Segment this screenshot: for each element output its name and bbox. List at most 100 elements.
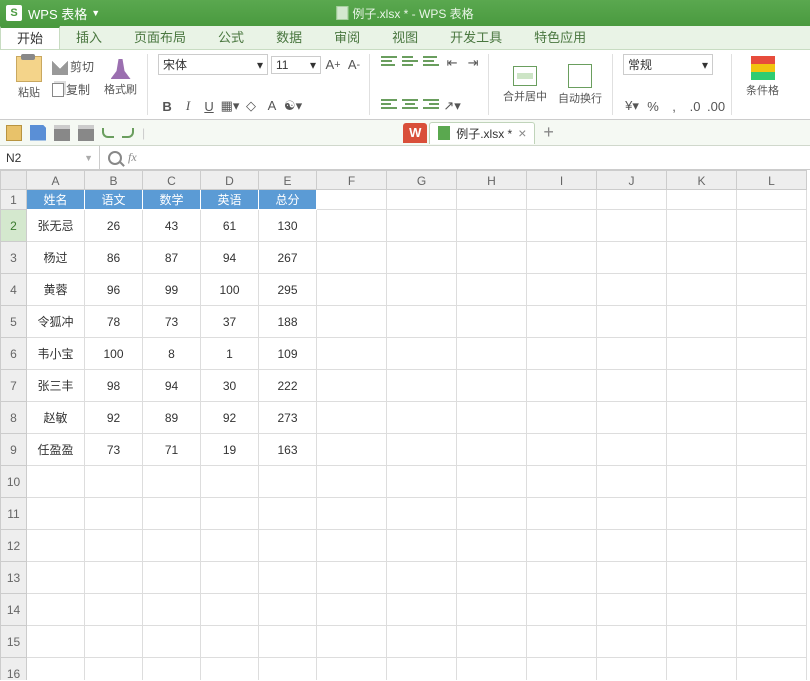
cell[interactable]: 98 (85, 370, 143, 402)
cell[interactable]: 273 (259, 402, 317, 434)
comma-button[interactable]: , (665, 97, 683, 115)
cell[interactable] (527, 530, 597, 562)
cell[interactable] (527, 562, 597, 594)
fill-color-button[interactable]: ◇ (242, 97, 260, 115)
cell[interactable] (387, 190, 457, 210)
cell[interactable] (457, 210, 527, 242)
cell[interactable] (737, 242, 807, 274)
cell[interactable] (597, 370, 667, 402)
cell[interactable] (527, 658, 597, 680)
border-button[interactable]: ▦▾ (221, 97, 239, 115)
cell[interactable] (259, 658, 317, 680)
cell[interactable]: 100 (201, 274, 259, 306)
row-header[interactable]: 2 (0, 210, 27, 242)
cell[interactable] (259, 498, 317, 530)
increase-font-button[interactable]: A+ (324, 56, 342, 74)
cell[interactable] (457, 274, 527, 306)
col-header[interactable]: E (259, 170, 317, 190)
cell[interactable] (27, 658, 85, 680)
cell[interactable] (597, 306, 667, 338)
cell[interactable] (317, 242, 387, 274)
header-cell[interactable]: 数学 (143, 190, 201, 210)
cell[interactable] (527, 466, 597, 498)
cell[interactable] (457, 306, 527, 338)
cell[interactable] (317, 210, 387, 242)
cell[interactable] (317, 626, 387, 658)
cell[interactable] (457, 498, 527, 530)
row-header[interactable]: 4 (0, 274, 27, 306)
cell[interactable]: 张三丰 (27, 370, 85, 402)
cell[interactable] (85, 562, 143, 594)
cell[interactable] (387, 562, 457, 594)
cell[interactable]: 1 (201, 338, 259, 370)
cell[interactable] (667, 306, 737, 338)
cell[interactable]: 99 (143, 274, 201, 306)
tab-page-layout[interactable]: 页面布局 (118, 26, 202, 49)
decrease-font-button[interactable]: A- (345, 56, 363, 74)
cell[interactable]: 张无忌 (27, 210, 85, 242)
cell[interactable] (201, 626, 259, 658)
format-painter-button[interactable]: 格式刷 (100, 57, 141, 99)
cell[interactable] (737, 190, 807, 210)
cell[interactable] (667, 242, 737, 274)
cell[interactable] (201, 466, 259, 498)
app-menu-dropdown-icon[interactable]: ▼ (91, 8, 100, 18)
cell[interactable] (737, 530, 807, 562)
cell[interactable]: 任盈盈 (27, 434, 85, 466)
cell[interactable] (143, 626, 201, 658)
redo-icon[interactable] (122, 128, 134, 138)
row-header[interactable]: 14 (0, 594, 27, 626)
cell[interactable]: 令狐冲 (27, 306, 85, 338)
row-header[interactable]: 15 (0, 626, 27, 658)
cell[interactable] (457, 658, 527, 680)
bold-button[interactable]: B (158, 97, 176, 115)
cell[interactable] (667, 274, 737, 306)
cell[interactable] (457, 626, 527, 658)
cell[interactable] (387, 274, 457, 306)
cell[interactable]: 73 (85, 434, 143, 466)
cell[interactable] (201, 594, 259, 626)
cell[interactable] (667, 594, 737, 626)
align-middle-button[interactable] (401, 54, 419, 72)
name-box[interactable]: N2 ▼ (0, 146, 100, 169)
new-tab-button[interactable]: + (543, 122, 554, 143)
cell[interactable]: 86 (85, 242, 143, 274)
cell[interactable] (667, 190, 737, 210)
row-header[interactable]: 16 (0, 658, 27, 680)
underline-button[interactable]: U (200, 97, 218, 115)
cell[interactable]: 韦小宝 (27, 338, 85, 370)
cell[interactable] (387, 306, 457, 338)
row-header[interactable]: 3 (0, 242, 27, 274)
cell[interactable]: 19 (201, 434, 259, 466)
cell[interactable] (259, 626, 317, 658)
cell[interactable] (143, 498, 201, 530)
align-top-button[interactable] (380, 54, 398, 72)
indent-decrease-button[interactable]: ⇤ (443, 54, 461, 72)
cell[interactable] (317, 402, 387, 434)
tab-special[interactable]: 特色应用 (518, 26, 602, 49)
cell[interactable] (259, 466, 317, 498)
cell[interactable]: 109 (259, 338, 317, 370)
align-left-button[interactable] (380, 97, 398, 115)
cell[interactable] (143, 594, 201, 626)
cell[interactable] (387, 370, 457, 402)
cell[interactable] (737, 434, 807, 466)
currency-button[interactable]: ¥▾ (623, 97, 641, 115)
cell[interactable]: 61 (201, 210, 259, 242)
tab-view[interactable]: 视图 (376, 26, 434, 49)
cell[interactable] (27, 626, 85, 658)
cell[interactable]: 37 (201, 306, 259, 338)
cell[interactable] (737, 338, 807, 370)
cell[interactable] (527, 594, 597, 626)
tab-start[interactable]: 开始 (0, 26, 60, 49)
cell[interactable] (737, 370, 807, 402)
cell[interactable]: 96 (85, 274, 143, 306)
cell[interactable] (457, 434, 527, 466)
tab-formula[interactable]: 公式 (202, 26, 260, 49)
open-icon[interactable] (6, 125, 22, 141)
col-header[interactable]: J (597, 170, 667, 190)
cell[interactable] (737, 274, 807, 306)
paste-button[interactable]: 粘贴 (12, 54, 46, 102)
cell[interactable]: 92 (201, 402, 259, 434)
cell[interactable]: 94 (143, 370, 201, 402)
